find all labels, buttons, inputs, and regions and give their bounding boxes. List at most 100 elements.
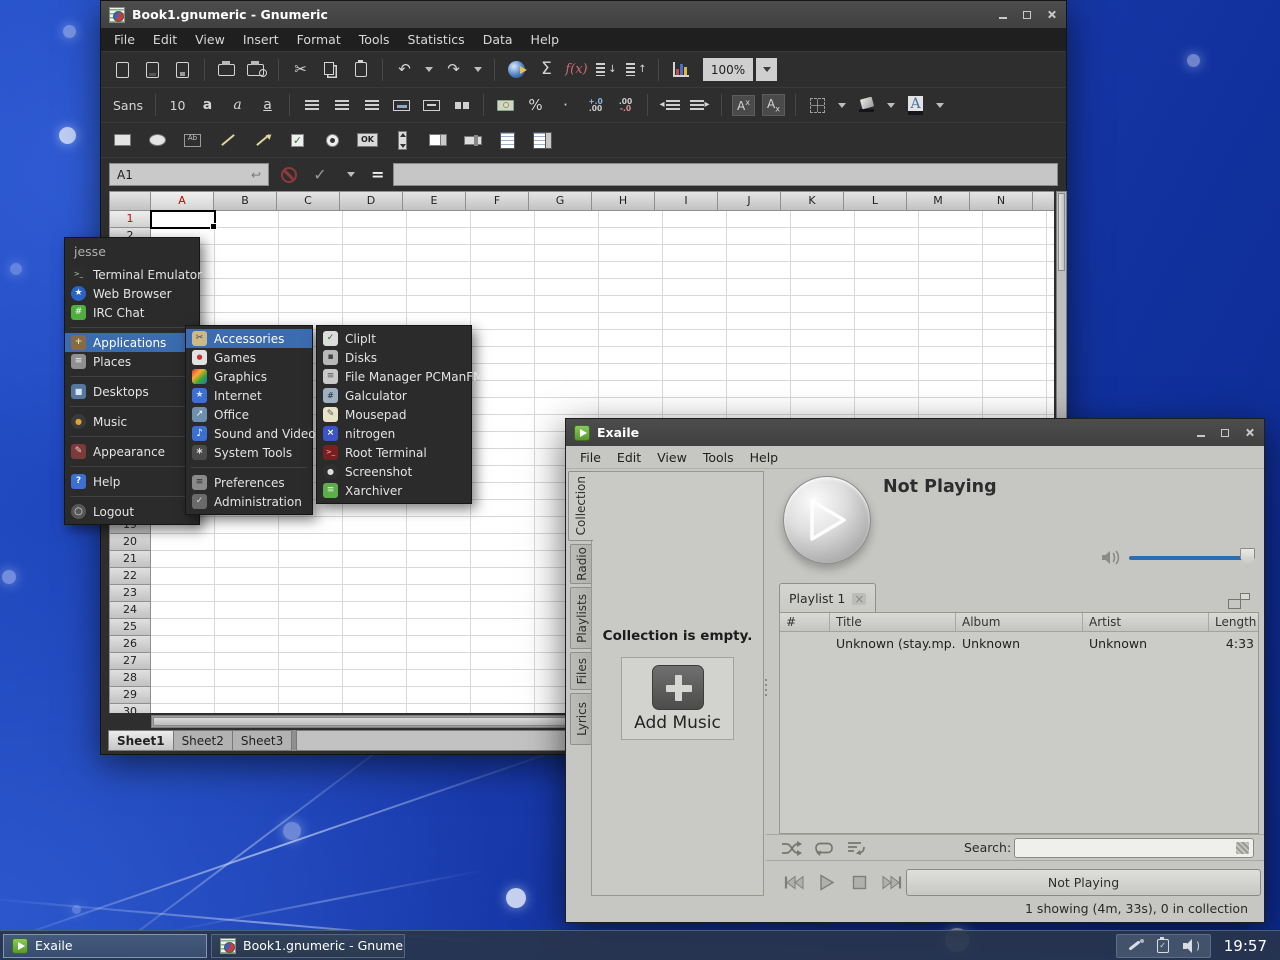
cell-F28[interactable] (471, 670, 535, 687)
cell-K1[interactable] (791, 211, 855, 228)
column-header-F[interactable]: F (465, 191, 529, 211)
menubar-item-view[interactable]: View (186, 29, 234, 50)
cell-M11[interactable] (919, 381, 983, 398)
cell-C5[interactable] (279, 279, 343, 296)
menu-item-accessories[interactable]: ✂Accessories (186, 329, 312, 348)
menubar-item-file[interactable]: File (572, 447, 609, 468)
menubar-item-file[interactable]: File (105, 29, 144, 50)
split-merge-button[interactable] (448, 92, 475, 119)
list-tool[interactable] (494, 127, 521, 154)
cell-F8[interactable] (471, 330, 535, 347)
cell-F1[interactable] (471, 211, 535, 228)
rectangle-tool[interactable] (109, 127, 136, 154)
nitrogen-tray-icon[interactable] (1127, 938, 1144, 954)
cell-E25[interactable] (407, 619, 471, 636)
clipit-tray-icon[interactable] (1155, 938, 1172, 954)
borders-button[interactable] (804, 92, 831, 119)
column-header-K[interactable]: K (780, 191, 844, 211)
cell-F20[interactable] (471, 534, 535, 551)
cell-J8[interactable] (727, 330, 791, 347)
accept-edit-icon[interactable]: ✓ (309, 164, 331, 186)
cell-D2[interactable] (343, 228, 407, 245)
cell-G10[interactable] (535, 364, 599, 381)
cell-G6[interactable] (535, 296, 599, 313)
cell-F22[interactable] (471, 568, 535, 585)
menu-item-root-terminal[interactable]: >_Root Terminal (317, 443, 471, 462)
cell-L12[interactable] (855, 398, 919, 415)
cell-H6[interactable] (599, 296, 663, 313)
cell-C29[interactable] (279, 687, 343, 704)
decrease-decimals-button[interactable]: .00-.0 (612, 92, 639, 119)
borders-dropdown[interactable] (834, 92, 850, 119)
cell-O10[interactable] (1047, 364, 1054, 381)
sheet-tab-sheet2[interactable]: Sheet2 (173, 730, 233, 751)
cell-G2[interactable] (535, 228, 599, 245)
menu-item-applications[interactable]: +Applications (65, 333, 199, 352)
cell-O9[interactable] (1047, 347, 1054, 364)
cell-K7[interactable] (791, 313, 855, 330)
cell-A28[interactable] (151, 670, 215, 687)
side-tab-lyrics[interactable]: Lyrics (570, 693, 593, 745)
cell-F3[interactable] (471, 245, 535, 262)
cell-D30[interactable] (343, 704, 407, 713)
column-header-N[interactable]: N (969, 191, 1033, 211)
side-tab-collection[interactable]: Collection (568, 471, 593, 541)
print-preview-button[interactable] (243, 56, 270, 83)
cell-E30[interactable] (407, 704, 471, 713)
cell-C6[interactable] (279, 296, 343, 313)
column-header-A[interactable]: A (150, 191, 214, 211)
accept-dropdown[interactable] (340, 164, 362, 186)
dynamic-button[interactable] (844, 839, 868, 857)
column-header-D[interactable]: D (339, 191, 403, 211)
gnumeric-title-bar[interactable]: Book1.gnumeric - Gnumeric (101, 1, 1066, 28)
decrease-indent-button[interactable]: ◂ (656, 92, 683, 119)
column-header-M[interactable]: M (906, 191, 970, 211)
zoom-combobox[interactable]: 100% (703, 58, 753, 81)
cell-F7[interactable] (471, 313, 535, 330)
menu-item-logout[interactable]: ○Logout (65, 502, 199, 521)
cell-I10[interactable] (663, 364, 727, 381)
center-across-button[interactable] (418, 92, 445, 119)
cell-B29[interactable] (215, 687, 279, 704)
font-color-dropdown[interactable] (932, 92, 948, 119)
menu-item-administration[interactable]: ✓Administration (186, 492, 312, 511)
menu-item-appearance[interactable]: ✎Appearance (65, 442, 199, 461)
column-header-B[interactable]: B (213, 191, 277, 211)
redo-button[interactable]: ↷ (440, 56, 467, 83)
cell-I6[interactable] (663, 296, 727, 313)
column-header-H[interactable]: H (591, 191, 655, 211)
cell-D22[interactable] (343, 568, 407, 585)
cell-F19[interactable] (471, 517, 535, 534)
cell-D5[interactable] (343, 279, 407, 296)
menu-item-sound-and-video[interactable]: ♪Sound and Video (186, 424, 312, 443)
cell-M7[interactable] (919, 313, 983, 330)
cell-B2[interactable] (215, 228, 279, 245)
column-header-O[interactable]: O (1032, 191, 1054, 211)
cell-J7[interactable] (727, 313, 791, 330)
format-thousands-button[interactable]: · (552, 92, 579, 119)
menu-item-help[interactable]: ?Help (65, 472, 199, 491)
cell-L5[interactable] (855, 279, 919, 296)
menu-item-nitrogen[interactable]: ×nitrogen (317, 424, 471, 443)
menubar-item-data[interactable]: Data (474, 29, 522, 50)
cell-F11[interactable] (471, 381, 535, 398)
fill-color-button[interactable] (853, 92, 880, 119)
cell-B24[interactable] (215, 602, 279, 619)
cell-A24[interactable] (151, 602, 215, 619)
menubar-item-edit[interactable]: Edit (144, 29, 186, 50)
cell-D27[interactable] (343, 653, 407, 670)
cell-A21[interactable] (151, 551, 215, 568)
cell-F24[interactable] (471, 602, 535, 619)
cell-M10[interactable] (919, 364, 983, 381)
volume-slider[interactable] (1129, 548, 1255, 567)
cell-K11[interactable] (791, 381, 855, 398)
row-header-20[interactable]: 20 (109, 533, 151, 551)
font-size-combobox[interactable]: 10 (164, 92, 191, 119)
volume-icon[interactable] (1101, 549, 1121, 566)
spinbutton-tool[interactable] (424, 127, 451, 154)
cell-B22[interactable] (215, 568, 279, 585)
cell-K9[interactable] (791, 347, 855, 364)
button-tool[interactable]: OK (354, 127, 381, 154)
sheet-tab-sheet3[interactable]: Sheet3 (232, 730, 292, 751)
cell-G12[interactable] (535, 398, 599, 415)
